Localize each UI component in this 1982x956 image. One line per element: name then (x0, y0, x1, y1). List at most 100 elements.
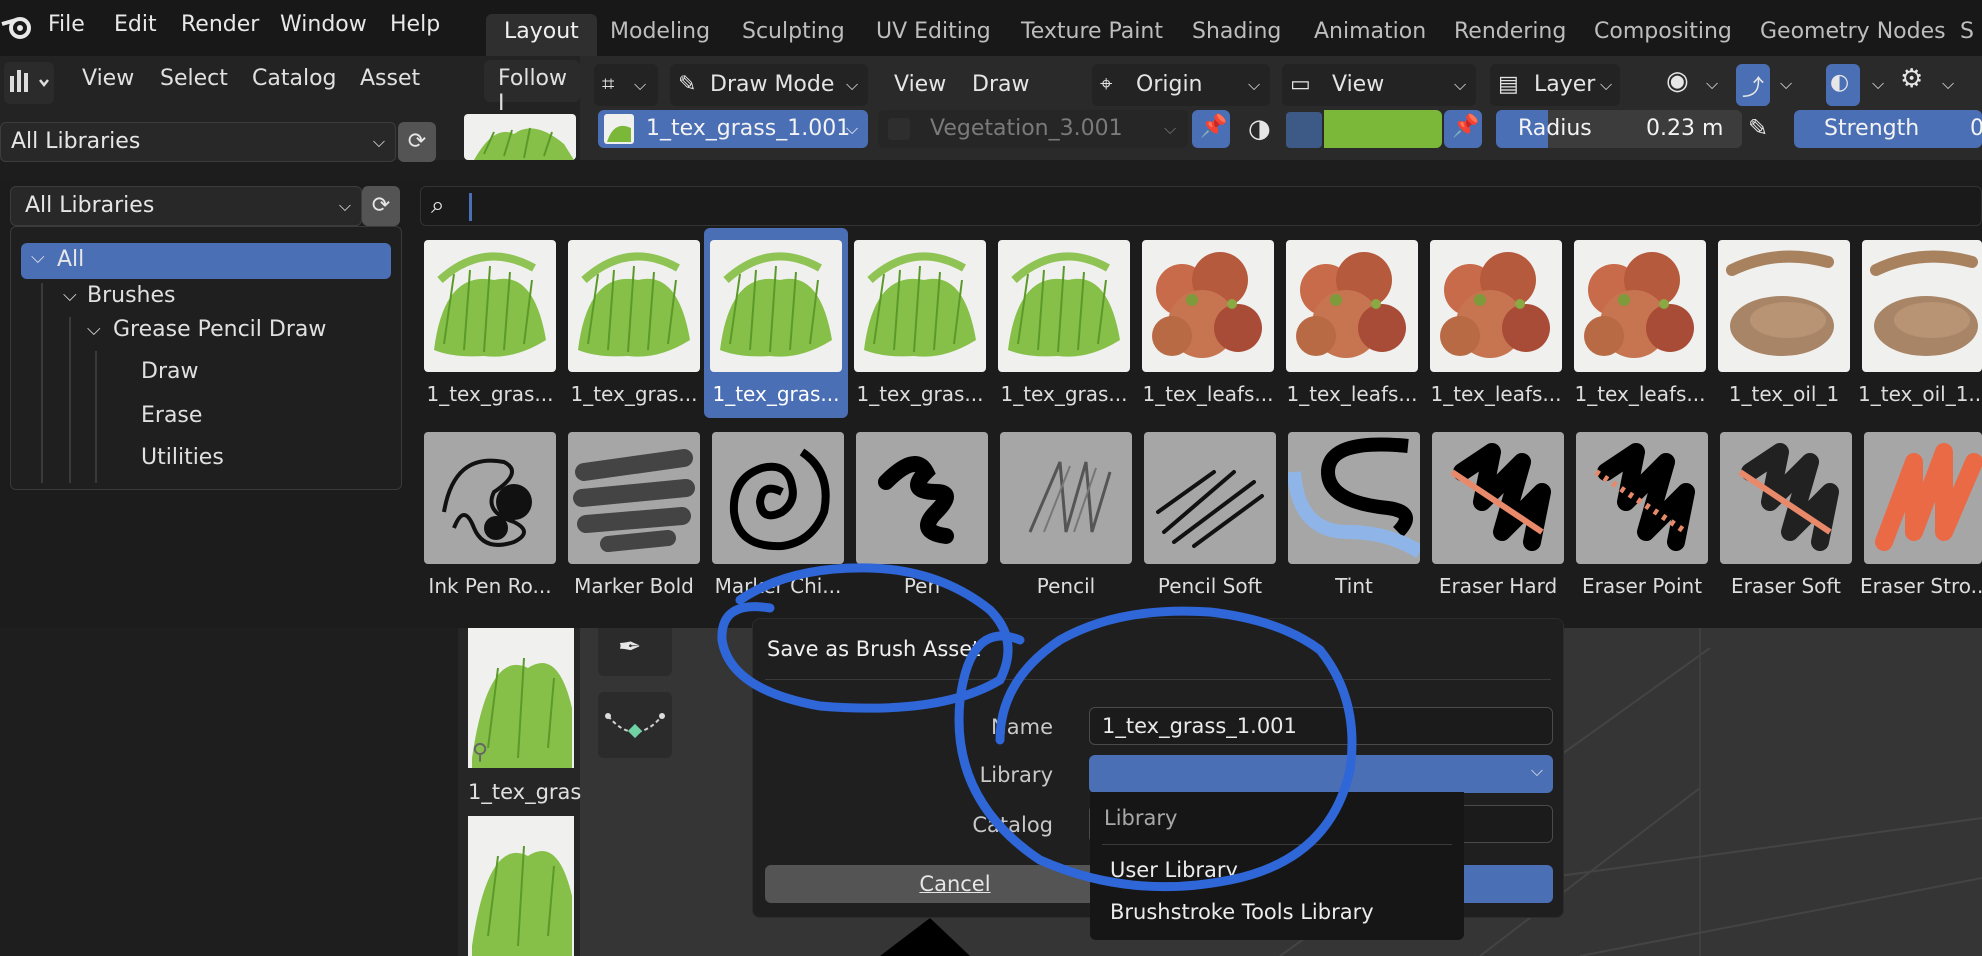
asset-menu-view[interactable]: View (82, 66, 134, 91)
asset-tile[interactable] (424, 432, 556, 564)
asset-menu-asset[interactable]: Asset (360, 66, 420, 91)
asset-menu-select[interactable]: Select (160, 66, 228, 91)
pressure-icon[interactable]: ✎ (1748, 114, 1768, 142)
asset-tile[interactable] (424, 240, 556, 372)
brush-selector[interactable]: 1_tex_grass_1.001 ⌵ (598, 110, 868, 148)
tab-rendering[interactable]: Rendering (1436, 14, 1584, 56)
tab-texture-paint[interactable]: Texture Paint (1003, 14, 1181, 56)
refresh-icon: ⟳ (371, 193, 391, 218)
tab-compositing[interactable]: Compositing (1576, 14, 1750, 56)
curve-tool-button[interactable] (598, 692, 672, 758)
asset-tile[interactable] (1142, 240, 1274, 372)
menu-render[interactable]: Render (181, 12, 259, 37)
layer-dropdown[interactable]: ▤ Layer ⌵ (1490, 64, 1620, 106)
menu-window[interactable]: Window (280, 12, 367, 37)
left-lower-panel (0, 628, 458, 956)
asset-tile[interactable] (1574, 240, 1706, 372)
chevron-down-icon[interactable]: ⌵ (63, 285, 77, 306)
strength-field[interactable]: Strength 0 (1794, 110, 1982, 148)
asset-tile[interactable] (1144, 432, 1276, 564)
side-thumb-grass-2[interactable] (468, 816, 574, 956)
catalog-tree: ⌵ All ⌵ Brushes ⌵ Grease Pencil Draw Dra… (10, 226, 402, 490)
tab-shading[interactable]: Shading (1174, 14, 1299, 56)
viewport-menu-draw[interactable]: Draw (972, 64, 1029, 106)
asset-tile[interactable] (856, 432, 988, 564)
name-field[interactable]: 1_tex_grass_1.001 (1089, 707, 1553, 745)
asset-tile[interactable] (568, 432, 700, 564)
asset-tile-label: 1_tex_gras... (1000, 382, 1128, 406)
refresh-library-button-top[interactable]: ⟳ (398, 122, 436, 162)
pin-material-button[interactable]: 📌 (1192, 110, 1230, 148)
menu-file[interactable]: File (48, 12, 85, 37)
asset-tile-selected[interactable] (710, 240, 842, 372)
asset-menu-catalog[interactable]: Catalog (252, 66, 337, 91)
tab-animation[interactable]: Animation (1296, 14, 1444, 56)
chevron-down-icon[interactable]: ⌵ (87, 319, 101, 340)
tree-item-all[interactable]: ⌵ All (21, 243, 391, 279)
chevron-down-icon[interactable]: ⌵ (1942, 74, 1954, 94)
tree-item-brushes[interactable]: Brushes (87, 283, 175, 308)
asset-tile[interactable] (568, 240, 700, 372)
radius-field[interactable]: Radius 0.23 m (1496, 110, 1742, 148)
chevron-down-icon[interactable]: ⌵ (1706, 74, 1718, 94)
library-select[interactable]: ⌵ (1089, 755, 1553, 793)
asset-search-input[interactable]: ⌕ (420, 186, 1982, 226)
pin-color-button[interactable]: 📌 (1444, 110, 1482, 148)
curve-tool-toggle[interactable]: ⤴ (1736, 64, 1770, 106)
tab-layout[interactable]: Layout (486, 14, 597, 56)
asset-tile[interactable] (1288, 432, 1420, 564)
visibility-eye-icon[interactable]: ◉ (1666, 66, 1689, 96)
origin-dropdown[interactable]: ⌖ Origin ⌵ (1092, 64, 1270, 106)
tree-item-utilities[interactable]: Utilities (141, 445, 224, 470)
gizmo-icon[interactable]: ⚙ (1900, 64, 1923, 94)
asset-tile[interactable] (998, 240, 1130, 372)
snap-toggle-button[interactable]: ⌗ ⌵ (594, 64, 658, 106)
asset-tile[interactable] (1432, 432, 1564, 564)
follow-button[interactable]: Follow I (484, 60, 580, 116)
color-mode-icon[interactable]: ◑ (1248, 114, 1271, 144)
tree-item-draw[interactable]: Draw (141, 359, 198, 384)
view-orientation-dropdown[interactable]: ▭ View ⌵ (1282, 64, 1476, 106)
brush-color-swatch[interactable] (1324, 110, 1442, 148)
asset-thumbnail-partial[interactable] (464, 114, 576, 160)
cancel-button[interactable]: Cancel (765, 865, 1145, 903)
refresh-library-button[interactable]: ⟳ (362, 186, 400, 226)
tab-uv-editing[interactable]: UV Editing (858, 14, 1009, 56)
asset-tile[interactable] (1430, 240, 1562, 372)
menu-help[interactable]: Help (390, 12, 440, 37)
cancel-button-label: Cancel (919, 872, 991, 896)
asset-tile[interactable] (1864, 432, 1982, 564)
chevron-down-icon[interactable]: ⌵ (1780, 74, 1792, 94)
asset-tile[interactable] (712, 432, 844, 564)
texture-mode-icon[interactable] (1286, 112, 1322, 148)
viewport-menu-view[interactable]: View (894, 64, 946, 106)
library-dropdown-top[interactable]: All Libraries ⌵ (0, 122, 396, 162)
tree-item-grease-pencil-draw[interactable]: Grease Pencil Draw (113, 317, 326, 342)
side-thumb-grass-1[interactable]: ⚲ (468, 628, 574, 768)
asset-tile[interactable] (854, 240, 986, 372)
menu-option-brushstroke-tools-library[interactable]: Brushstroke Tools Library (1110, 900, 1374, 924)
mode-dropdown[interactable]: ✎ Draw Mode ⌵ (670, 64, 868, 106)
chevron-down-icon[interactable]: ⌵ (1872, 74, 1884, 94)
material-selector[interactable]: Vegetation_3.001 ⌵ (878, 110, 1188, 148)
menu-option-user-library[interactable]: User Library (1110, 858, 1238, 882)
asset-tile[interactable] (1576, 432, 1708, 564)
overlay-toggle[interactable]: ◐ (1826, 64, 1860, 106)
tab-sculpting[interactable]: Sculpting (724, 14, 863, 56)
monitor-icon: ▭ (1290, 72, 1311, 97)
tab-modeling[interactable]: Modeling (592, 14, 728, 56)
asset-tile[interactable] (1720, 432, 1852, 564)
editor-type-button[interactable] (4, 62, 54, 104)
tab-overflow[interactable]: S (1942, 14, 1982, 56)
library-dropdown[interactable]: All Libraries ⌵ (10, 186, 362, 226)
asset-tile[interactable] (1000, 432, 1132, 564)
asset-tile[interactable] (1718, 240, 1850, 372)
asset-tile[interactable] (1862, 240, 1982, 372)
asset-tile[interactable] (1286, 240, 1418, 372)
tab-geometry-nodes[interactable]: Geometry Nodes (1742, 14, 1964, 56)
menu-edit[interactable]: Edit (114, 12, 157, 37)
tree-item-erase[interactable]: Erase (141, 403, 202, 428)
catalog-label: Catalog (972, 813, 1053, 837)
blender-logo-icon[interactable] (0, 10, 34, 44)
origin-label: Origin (1136, 72, 1203, 97)
